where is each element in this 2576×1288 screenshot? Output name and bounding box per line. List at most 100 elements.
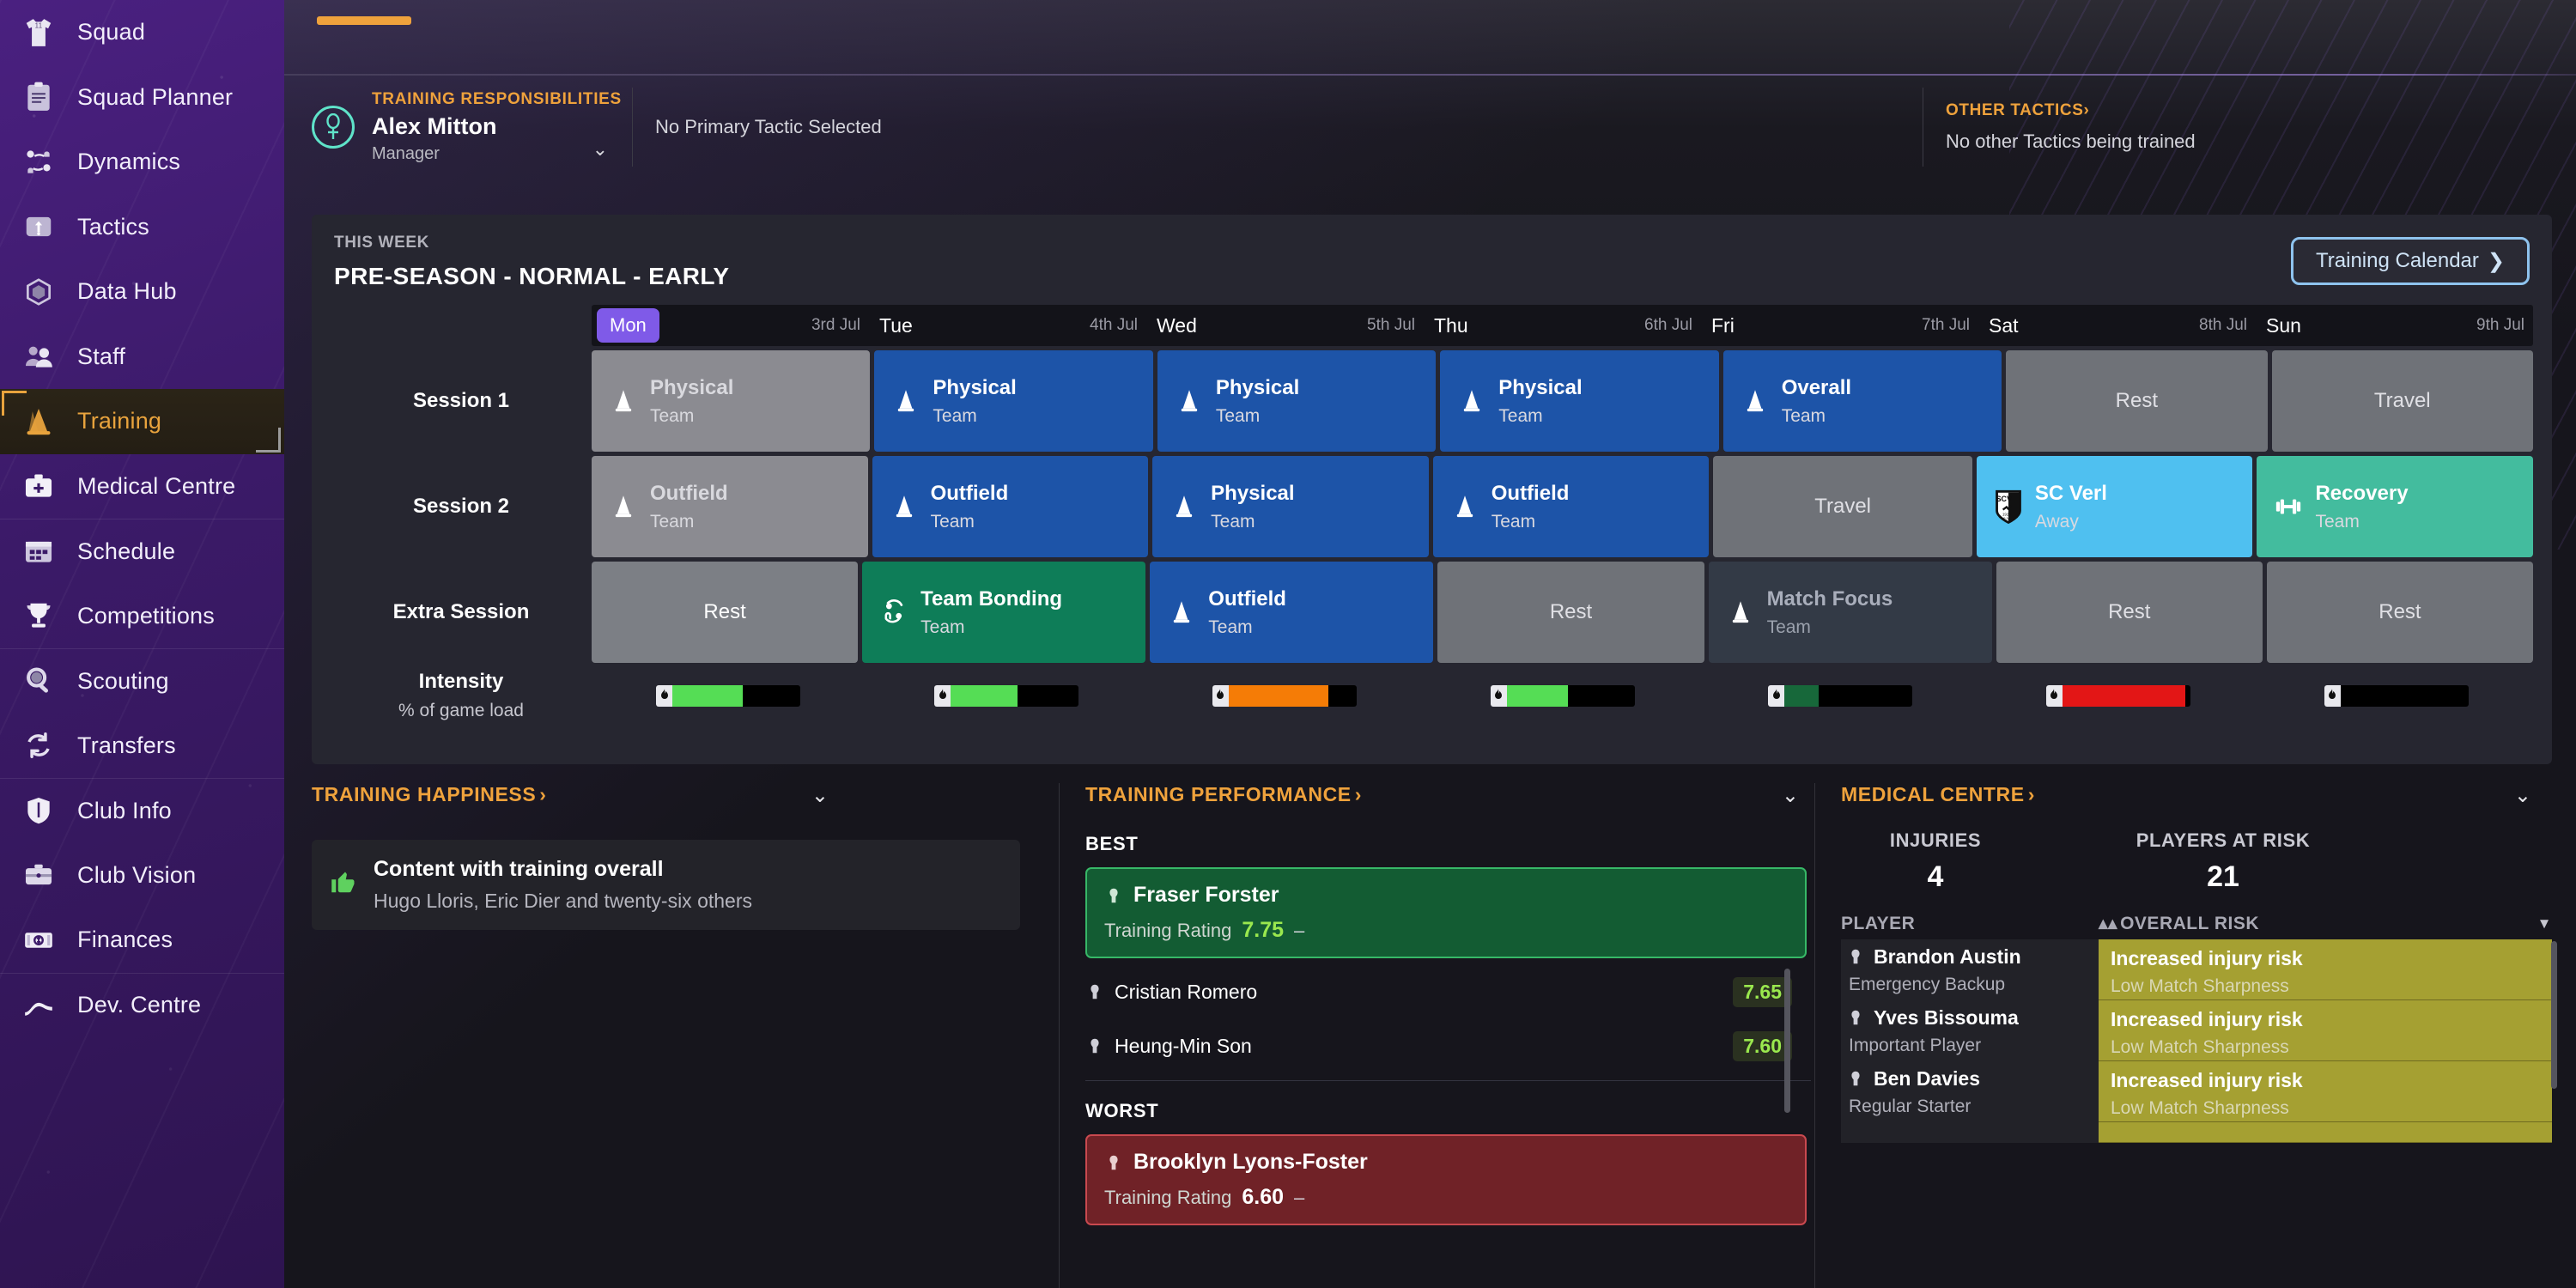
happiness-headline: Content with training overall [374, 857, 664, 881]
sidebar-item-squad[interactable]: 11 Squad [0, 0, 284, 65]
sidebar-item-squad-planner[interactable]: Squad Planner [0, 65, 284, 131]
calendar-icon [19, 535, 58, 568]
cone-icon [609, 386, 638, 416]
collapse-chevron-icon[interactable]: ⌄ [811, 783, 829, 808]
sidebar-item-staff[interactable]: Staff [0, 325, 284, 390]
sidebar-item-data-hub[interactable]: Data Hub [0, 259, 284, 325]
training-performance-panel: TRAINING PERFORMANCE › ⌄ BEST Fraser Fors… [1059, 783, 1814, 1288]
table-row-partial[interactable] [1841, 1122, 2552, 1143]
session-cell[interactable]: Physical Team [874, 350, 1153, 452]
session-cell[interactable]: Outfield Team [592, 456, 868, 557]
best-player-card[interactable]: Fraser Forster Training Rating 7.75 – [1085, 867, 1807, 958]
session-cell[interactable]: Match Focus Team [1708, 562, 1992, 663]
player-rating: 7.60 [1733, 1030, 1792, 1061]
session-cell[interactable]: Outfield Team [1432, 456, 1710, 557]
intensity-bar [656, 684, 801, 707]
cone-icon [1175, 386, 1204, 416]
cell-title: Travel [1814, 495, 1871, 518]
day-date: 4th Jul [1090, 316, 1138, 334]
table-row[interactable]: Yves Bissouma Important Player Increased… [1841, 1000, 2552, 1061]
flame-icon [1768, 684, 1785, 707]
training-happiness-link[interactable]: TRAINING HAPPINESS › [312, 783, 547, 806]
happiness-detail: Hugo Lloris, Eric Dier and twenty-six ot… [374, 890, 752, 912]
day-header-tue[interactable]: Tue 4th Jul [869, 305, 1146, 346]
cell-title: Rest [2379, 600, 2421, 623]
day-date: 9th Jul [2476, 316, 2524, 334]
session-cell[interactable]: Rest [1437, 562, 1704, 663]
sidebar-item-dynamics[interactable]: Dynamics [0, 130, 284, 195]
column-player[interactable]: PLAYER [1841, 914, 2099, 934]
session-cell[interactable]: Overall Team [1722, 350, 2002, 452]
sidebar-item-finances[interactable]: Finances [0, 908, 284, 973]
cell-subtitle: Team [650, 511, 695, 532]
active-tab-indicator [317, 16, 411, 25]
day-header-wed[interactable]: Wed 5th Jul [1146, 305, 1424, 346]
worst-player-card[interactable]: Brooklyn Lyons-Foster Training Rating 6.… [1085, 1134, 1807, 1225]
session-cell[interactable]: Rest [2266, 562, 2533, 663]
medical-centre-link[interactable]: MEDICAL CENTRE › [1841, 783, 2035, 806]
session-cell[interactable]: SCV 1924 e.V. SC Verl Away [1976, 456, 2253, 557]
manager-name: Alex Mitton [372, 113, 497, 139]
schedule-grid: Mon 3rd Jul Tue 4th Jul Wed 5th Jul Thu 6th Jul… [312, 305, 2552, 721]
intensity-fill [951, 684, 1018, 707]
table-row[interactable]: Brandon Austin Emergency Backup Increase… [1841, 939, 2552, 1000]
sidebar-item-training[interactable]: Training [0, 389, 284, 454]
sidebar-item-transfers[interactable]: Transfers [0, 714, 284, 779]
sidebar-item-competitions[interactable]: Competitions [0, 584, 284, 649]
performance-scrollbar[interactable] [1784, 969, 1790, 1113]
performance-list-item[interactable]: Heung-Min Son 7.60 [1085, 1019, 1814, 1073]
primary-tactic-value[interactable]: No Primary Tactic Selected [633, 116, 1923, 138]
session-row-label: Session 1 [412, 389, 510, 412]
medical-scrollbar[interactable] [2551, 941, 2557, 1089]
session-cell[interactable]: Team Bonding Team [862, 562, 1146, 663]
sidebar-item-medical-centre[interactable]: Medical Centre [0, 454, 284, 519]
sidebar-item-tactics[interactable]: Tactics [0, 195, 284, 260]
intensity-label: Intensity % of game load [331, 670, 592, 721]
player-avatar-icon [1104, 886, 1123, 905]
session-cell[interactable]: Recovery Team [2257, 456, 2534, 557]
session-cell[interactable]: Physical Team [592, 350, 871, 452]
session-cell[interactable]: Travel [2271, 350, 2533, 452]
collapse-chevron-icon[interactable]: ⌄ [1782, 783, 1799, 808]
sidebar-item-scouting[interactable]: Scouting [0, 648, 284, 714]
session-cell[interactable]: Travel [1713, 456, 1972, 557]
day-header-mon[interactable]: Mon 3rd Jul [592, 305, 869, 346]
filter-caret-icon[interactable]: ▼ [2537, 915, 2552, 933]
magnifier-icon [19, 665, 58, 697]
column-overall-risk[interactable]: ▴▴ OVERALL RISK [2099, 913, 2537, 934]
player-avatar-icon [1085, 982, 1104, 1001]
training-performance-link[interactable]: TRAINING PERFORMANCE › [1085, 783, 1362, 806]
cone-icon [1170, 492, 1199, 521]
dumbbell-icon [2274, 492, 2303, 521]
sidebar-item-schedule[interactable]: Schedule [0, 519, 284, 584]
day-header-fri[interactable]: Fri 7th Jul [1701, 305, 1978, 346]
risk-title: Increased injury risk [2111, 947, 2303, 969]
intensity-bar-wrapper [1704, 684, 1978, 707]
cone-icon [1741, 386, 1770, 416]
performance-list-item[interactable]: Cristian Romero 7.65 [1085, 965, 1814, 1019]
session-cell[interactable]: Outfield Team [872, 456, 1149, 557]
sidebar-item-dev-centre[interactable]: Dev. Centre [0, 972, 284, 1038]
day-header-sat[interactable]: Sat 8th Jul [1978, 305, 2256, 346]
sidebar-item-club-info[interactable]: Club Info [0, 778, 284, 843]
training-calendar-button[interactable]: Training Calendar ❯ [2291, 237, 2530, 285]
session-cell[interactable]: Rest [2006, 350, 2268, 452]
happiness-summary[interactable]: Content with training overall Hugo Llori… [312, 840, 1020, 930]
session-cell[interactable]: Physical Team [1152, 456, 1429, 557]
responsibility-manager[interactable]: TRAINING RESPONSIBILITIES Alex Mitton Ma… [284, 90, 632, 164]
session-cells: Rest Team Bonding Team Outfield Team Rest … [592, 562, 2533, 663]
session-cell[interactable]: Rest [592, 562, 859, 663]
chevron-down-icon[interactable]: ⌄ [592, 138, 608, 161]
other-tactics-link[interactable]: OTHER TACTICS› [1946, 101, 2576, 120]
collapse-chevron-icon[interactable]: ⌄ [2514, 783, 2531, 808]
session-cell[interactable]: Physical Team [1157, 350, 1437, 452]
day-header-sun[interactable]: Sun 9th Jul [2256, 305, 2533, 346]
sidebar-item-club-vision[interactable]: Club Vision [0, 843, 284, 908]
session-cell[interactable]: Physical Team [1440, 350, 1719, 452]
weekly-schedule-card: THIS WEEK PRE-SEASON - NORMAL - EARLY Tr… [312, 215, 2552, 764]
session-cell[interactable]: Outfield Team [1150, 562, 1434, 663]
session-cell[interactable]: Rest [1996, 562, 2263, 663]
risk-cell: Increased injury risk Low Match Sharpnes… [2099, 1061, 2552, 1122]
table-row[interactable]: Ben Davies Regular Starter Increased inj… [1841, 1061, 2552, 1122]
day-header-thu[interactable]: Thu 6th Jul [1424, 305, 1701, 346]
